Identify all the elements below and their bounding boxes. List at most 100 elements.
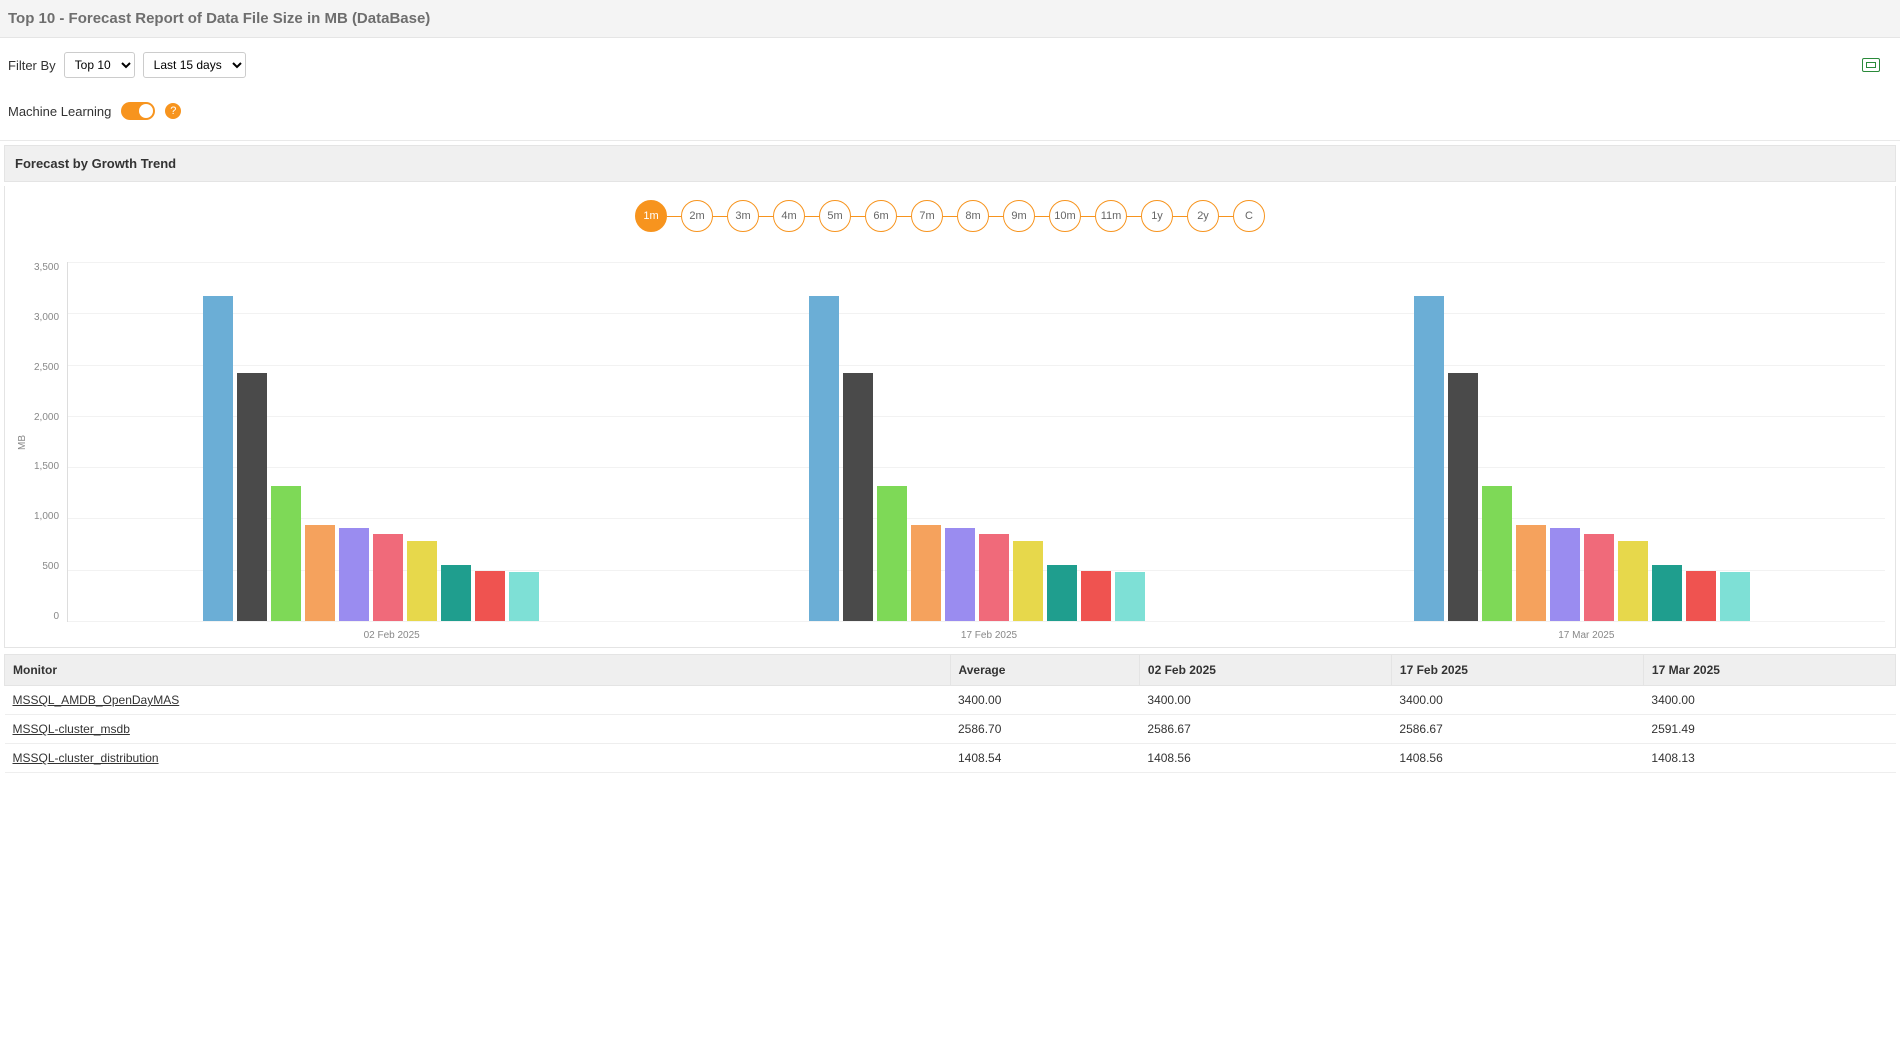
monitor-link[interactable]: MSSQL-cluster_distribution bbox=[13, 751, 159, 765]
cell: 3400.00 bbox=[950, 686, 1139, 715]
bar[interactable] bbox=[237, 373, 267, 621]
period-btn-11m[interactable]: 11m bbox=[1095, 200, 1127, 232]
y-tick: 1,500 bbox=[34, 461, 59, 472]
period-btn-2m[interactable]: 2m bbox=[681, 200, 713, 232]
cell: 2586.67 bbox=[1139, 715, 1391, 744]
bar[interactable] bbox=[843, 373, 873, 621]
period-btn-5m[interactable]: 5m bbox=[819, 200, 851, 232]
ml-label: Machine Learning bbox=[8, 104, 111, 119]
bar[interactable] bbox=[1013, 541, 1043, 621]
filter-range-select[interactable]: Last 15 days bbox=[143, 52, 246, 78]
monitor-link[interactable]: MSSQL_AMDB_OpenDayMAS bbox=[13, 693, 180, 707]
y-tick: 500 bbox=[34, 561, 59, 572]
bar[interactable] bbox=[203, 296, 233, 621]
th-average: Average bbox=[950, 655, 1139, 686]
table-header-row: Monitor Average 02 Feb 2025 17 Feb 2025 … bbox=[5, 655, 1896, 686]
x-ticks: 02 Feb 202517 Feb 202517 Mar 2025 bbox=[93, 622, 1885, 641]
cell: 3400.00 bbox=[1139, 686, 1391, 715]
th-monitor: Monitor bbox=[5, 655, 951, 686]
period-btn-C[interactable]: C bbox=[1233, 200, 1265, 232]
filter-bar: Filter By Top 10 Last 15 days bbox=[0, 38, 1900, 84]
y-tick: 3,500 bbox=[34, 262, 59, 273]
export-icon[interactable] bbox=[1862, 58, 1880, 72]
bar-group bbox=[1279, 262, 1885, 621]
chart-plot bbox=[67, 262, 1885, 622]
cell: 3400.00 bbox=[1643, 686, 1895, 715]
bar[interactable] bbox=[441, 565, 471, 621]
th-d2: 17 Feb 2025 bbox=[1391, 655, 1643, 686]
bar[interactable] bbox=[809, 296, 839, 621]
table-row: MSSQL_AMDB_OpenDayMAS3400.003400.003400.… bbox=[5, 686, 1896, 715]
bar[interactable] bbox=[1115, 572, 1145, 621]
bar[interactable] bbox=[1482, 486, 1512, 621]
ml-row: Machine Learning ? bbox=[0, 84, 1900, 141]
chart-panel: 1m2m3m4m5m6m7m8m9m10m11m1y2yC MB 3,5003,… bbox=[4, 186, 1896, 648]
bar[interactable] bbox=[1047, 565, 1077, 621]
data-table: Monitor Average 02 Feb 2025 17 Feb 2025 … bbox=[4, 654, 1896, 773]
cell: 1408.54 bbox=[950, 744, 1139, 773]
y-ticks: 3,500 3,000 2,500 2,000 1,500 1,000 500 0 bbox=[34, 262, 67, 622]
bar[interactable] bbox=[1652, 565, 1682, 621]
th-d3: 17 Mar 2025 bbox=[1643, 655, 1895, 686]
cell: 3400.00 bbox=[1391, 686, 1643, 715]
bar[interactable] bbox=[1686, 571, 1716, 621]
period-btn-7m[interactable]: 7m bbox=[911, 200, 943, 232]
y-tick: 2,000 bbox=[34, 412, 59, 423]
bar[interactable] bbox=[1584, 534, 1614, 621]
period-row: 1m 2m 3m 4m 5m 6m 7m 8m 9m 10m 11m 1y 2y C bbox=[15, 200, 1885, 232]
x-tick: 17 Feb 2025 bbox=[690, 622, 1287, 641]
bar[interactable] bbox=[1618, 541, 1648, 621]
bar[interactable] bbox=[979, 534, 1009, 621]
period-btn-2y[interactable]: 2y bbox=[1187, 200, 1219, 232]
bar[interactable] bbox=[1516, 525, 1546, 621]
table-row: MSSQL-cluster_msdb2586.702586.672586.672… bbox=[5, 715, 1896, 744]
filter-top-select[interactable]: Top 10 bbox=[64, 52, 135, 78]
period-btn-10m[interactable]: 10m bbox=[1049, 200, 1081, 232]
cell: 1408.13 bbox=[1643, 744, 1895, 773]
x-tick: 17 Mar 2025 bbox=[1288, 622, 1885, 641]
bar[interactable] bbox=[339, 528, 369, 621]
bar[interactable] bbox=[1550, 528, 1580, 621]
cell: 1408.56 bbox=[1391, 744, 1643, 773]
bar[interactable] bbox=[945, 528, 975, 621]
bar[interactable] bbox=[373, 534, 403, 621]
y-tick: 0 bbox=[34, 611, 59, 622]
bar[interactable] bbox=[475, 571, 505, 621]
cell: 2586.70 bbox=[950, 715, 1139, 744]
period-btn-6m[interactable]: 6m bbox=[865, 200, 897, 232]
bar[interactable] bbox=[1448, 373, 1478, 621]
bar-group bbox=[68, 262, 674, 621]
period-btn-3m[interactable]: 3m bbox=[727, 200, 759, 232]
y-axis-label: MB bbox=[15, 435, 34, 450]
bar[interactable] bbox=[1720, 572, 1750, 621]
bar[interactable] bbox=[407, 541, 437, 621]
y-tick: 1,000 bbox=[34, 511, 59, 522]
period-btn-8m[interactable]: 8m bbox=[957, 200, 989, 232]
cell: 1408.56 bbox=[1139, 744, 1391, 773]
bar[interactable] bbox=[1081, 571, 1111, 621]
bar[interactable] bbox=[509, 572, 539, 621]
bar[interactable] bbox=[877, 486, 907, 621]
period-btn-9m[interactable]: 9m bbox=[1003, 200, 1035, 232]
bar-group bbox=[674, 262, 1280, 621]
cell: 2586.67 bbox=[1391, 715, 1643, 744]
bar[interactable] bbox=[305, 525, 335, 621]
bar[interactable] bbox=[1414, 296, 1444, 621]
x-tick: 02 Feb 2025 bbox=[93, 622, 690, 641]
monitor-link[interactable]: MSSQL-cluster_msdb bbox=[13, 722, 130, 736]
bar[interactable] bbox=[271, 486, 301, 621]
th-d1: 02 Feb 2025 bbox=[1139, 655, 1391, 686]
cell: 2591.49 bbox=[1643, 715, 1895, 744]
period-btn-1y[interactable]: 1y bbox=[1141, 200, 1173, 232]
help-icon[interactable]: ? bbox=[165, 103, 181, 119]
filter-label: Filter By bbox=[8, 58, 56, 73]
chart-area: MB 3,500 3,000 2,500 2,000 1,500 1,000 500 0 bbox=[15, 262, 1885, 622]
period-btn-4m[interactable]: 4m bbox=[773, 200, 805, 232]
y-tick: 2,500 bbox=[34, 362, 59, 373]
table-row: MSSQL-cluster_distribution1408.541408.56… bbox=[5, 744, 1896, 773]
bar[interactable] bbox=[911, 525, 941, 621]
period-btn-1m[interactable]: 1m bbox=[635, 200, 667, 232]
section-title: Forecast by Growth Trend bbox=[4, 145, 1896, 182]
y-tick: 3,000 bbox=[34, 312, 59, 323]
ml-toggle[interactable] bbox=[121, 102, 155, 120]
